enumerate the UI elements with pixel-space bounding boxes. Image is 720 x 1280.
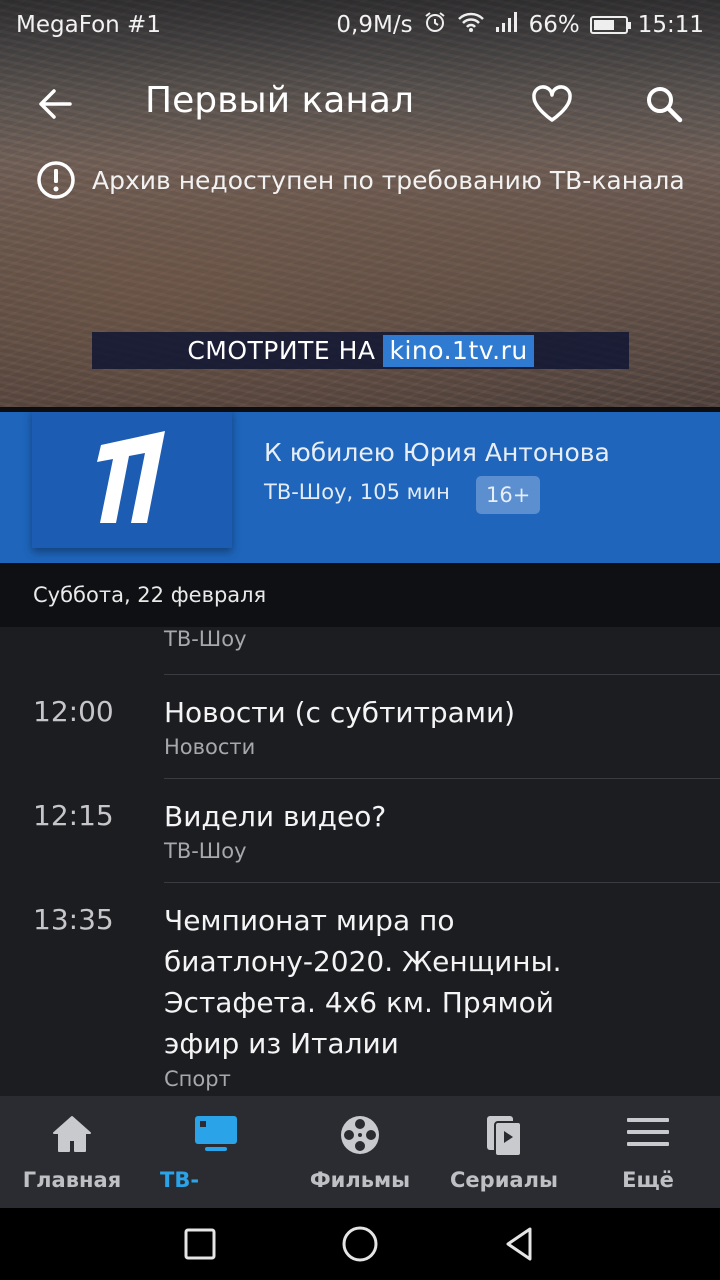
nav-more[interactable]: Ещё bbox=[576, 1096, 720, 1208]
battery-percent: 66% bbox=[528, 12, 580, 38]
channel-one-logo-icon bbox=[97, 431, 165, 523]
archive-notice: Архив недоступен по требованию ТВ-канала bbox=[36, 160, 685, 200]
triangle-back-icon bbox=[506, 1227, 532, 1261]
clock: 15:11 bbox=[637, 12, 704, 38]
app-bar: Первый канал bbox=[0, 70, 720, 140]
program-genre: Новости bbox=[164, 735, 256, 759]
schedule-row[interactable]: 12:15 Видели видео? ТВ-Шоу bbox=[0, 779, 720, 883]
heart-icon bbox=[532, 85, 572, 122]
system-navigation-bar bbox=[0, 1208, 720, 1280]
hero-bottom-stripe bbox=[0, 407, 720, 412]
bottom-navigation: Главная ТВ- Фильмы Сериалы Ещё bbox=[0, 1096, 720, 1208]
back-arrow-icon bbox=[39, 89, 72, 119]
nav-series[interactable]: Сериалы bbox=[432, 1096, 576, 1208]
home-system-button[interactable] bbox=[340, 1224, 380, 1264]
schedule-date: Суббота, 22 февраля bbox=[0, 563, 720, 627]
promo-prefix: СМОТРИТЕ НА bbox=[187, 336, 376, 365]
nav-home-label: Главная bbox=[22, 1168, 122, 1192]
schedule-list[interactable]: ТВ-Шоу 12:00 Новости (с субтитрами) Ново… bbox=[0, 627, 720, 1096]
program-title: Новости (с субтитрами) bbox=[164, 696, 516, 729]
film-reel-icon bbox=[339, 1114, 381, 1160]
program-time: 12:15 bbox=[33, 799, 114, 832]
alarm-icon bbox=[423, 10, 447, 40]
tv-icon bbox=[193, 1114, 239, 1158]
search-button[interactable] bbox=[640, 80, 688, 128]
program-time: 12:00 bbox=[33, 695, 114, 728]
program-time: 13:35 bbox=[33, 903, 114, 936]
schedule-row[interactable]: 13:35 Чемпионат мира по биатлону-2020. Ж… bbox=[0, 883, 720, 1096]
search-icon bbox=[647, 87, 683, 123]
carrier-name: MegaFon #1 bbox=[16, 12, 161, 38]
status-bar: MegaFon #1 0,9M/s 66% 15:11 bbox=[0, 0, 720, 50]
page-title: Первый канал bbox=[145, 80, 414, 121]
nav-tv[interactable]: ТВ- bbox=[144, 1096, 288, 1208]
program-genre: ТВ-Шоу bbox=[164, 839, 247, 863]
nav-home[interactable]: Главная bbox=[0, 1096, 144, 1208]
now-playing-title: К юбилею Юрия Антонова bbox=[264, 438, 610, 467]
series-icon bbox=[484, 1114, 524, 1162]
back-system-button[interactable] bbox=[500, 1224, 540, 1264]
battery-icon bbox=[589, 16, 631, 34]
promo-banner[interactable]: СМОТРИТЕ НА kino.1tv.ru bbox=[92, 332, 629, 369]
status-right: 0,9M/s 66% 15:11 bbox=[336, 10, 704, 40]
home-icon bbox=[51, 1114, 93, 1158]
nav-tv-label: ТВ- bbox=[160, 1168, 200, 1192]
nav-movies[interactable]: Фильмы bbox=[288, 1096, 432, 1208]
program-genre: ТВ-Шоу bbox=[164, 627, 247, 651]
promo-link[interactable]: kino.1tv.ru bbox=[383, 334, 534, 367]
network-speed: 0,9M/s bbox=[336, 12, 413, 38]
nav-more-label: Ещё bbox=[622, 1168, 674, 1192]
wifi-icon bbox=[457, 11, 485, 39]
schedule-row[interactable]: 12:00 Новости (с субтитрами) Новости bbox=[0, 675, 720, 779]
menu-icon bbox=[627, 1114, 669, 1154]
archive-notice-text: Архив недоступен по требованию ТВ-канала bbox=[92, 165, 685, 195]
signal-icon bbox=[495, 11, 519, 39]
program-title: Чемпионат мира по биатлону-2020. Женщины… bbox=[164, 904, 562, 1060]
favorite-button[interactable] bbox=[528, 80, 576, 128]
age-rating-badge: 16+ bbox=[476, 476, 541, 514]
schedule-row[interactable]: ТВ-Шоу bbox=[0, 627, 720, 675]
now-playing-meta: ТВ-Шоу, 105 мин bbox=[264, 480, 450, 504]
nav-series-label: Сериалы bbox=[450, 1168, 558, 1192]
nav-movies-label: Фильмы bbox=[309, 1168, 411, 1192]
program-genre: Спорт bbox=[164, 1067, 231, 1091]
circle-icon bbox=[342, 1226, 378, 1262]
program-title: Видели видео? bbox=[164, 800, 387, 833]
square-icon bbox=[184, 1228, 216, 1260]
recents-button[interactable] bbox=[180, 1224, 220, 1264]
warning-icon bbox=[37, 161, 75, 199]
channel-logo bbox=[32, 408, 232, 548]
now-playing-panel[interactable]: К юбилею Юрия Антонова ТВ-Шоу, 105 мин 1… bbox=[0, 408, 720, 563]
back-button[interactable] bbox=[34, 82, 78, 126]
